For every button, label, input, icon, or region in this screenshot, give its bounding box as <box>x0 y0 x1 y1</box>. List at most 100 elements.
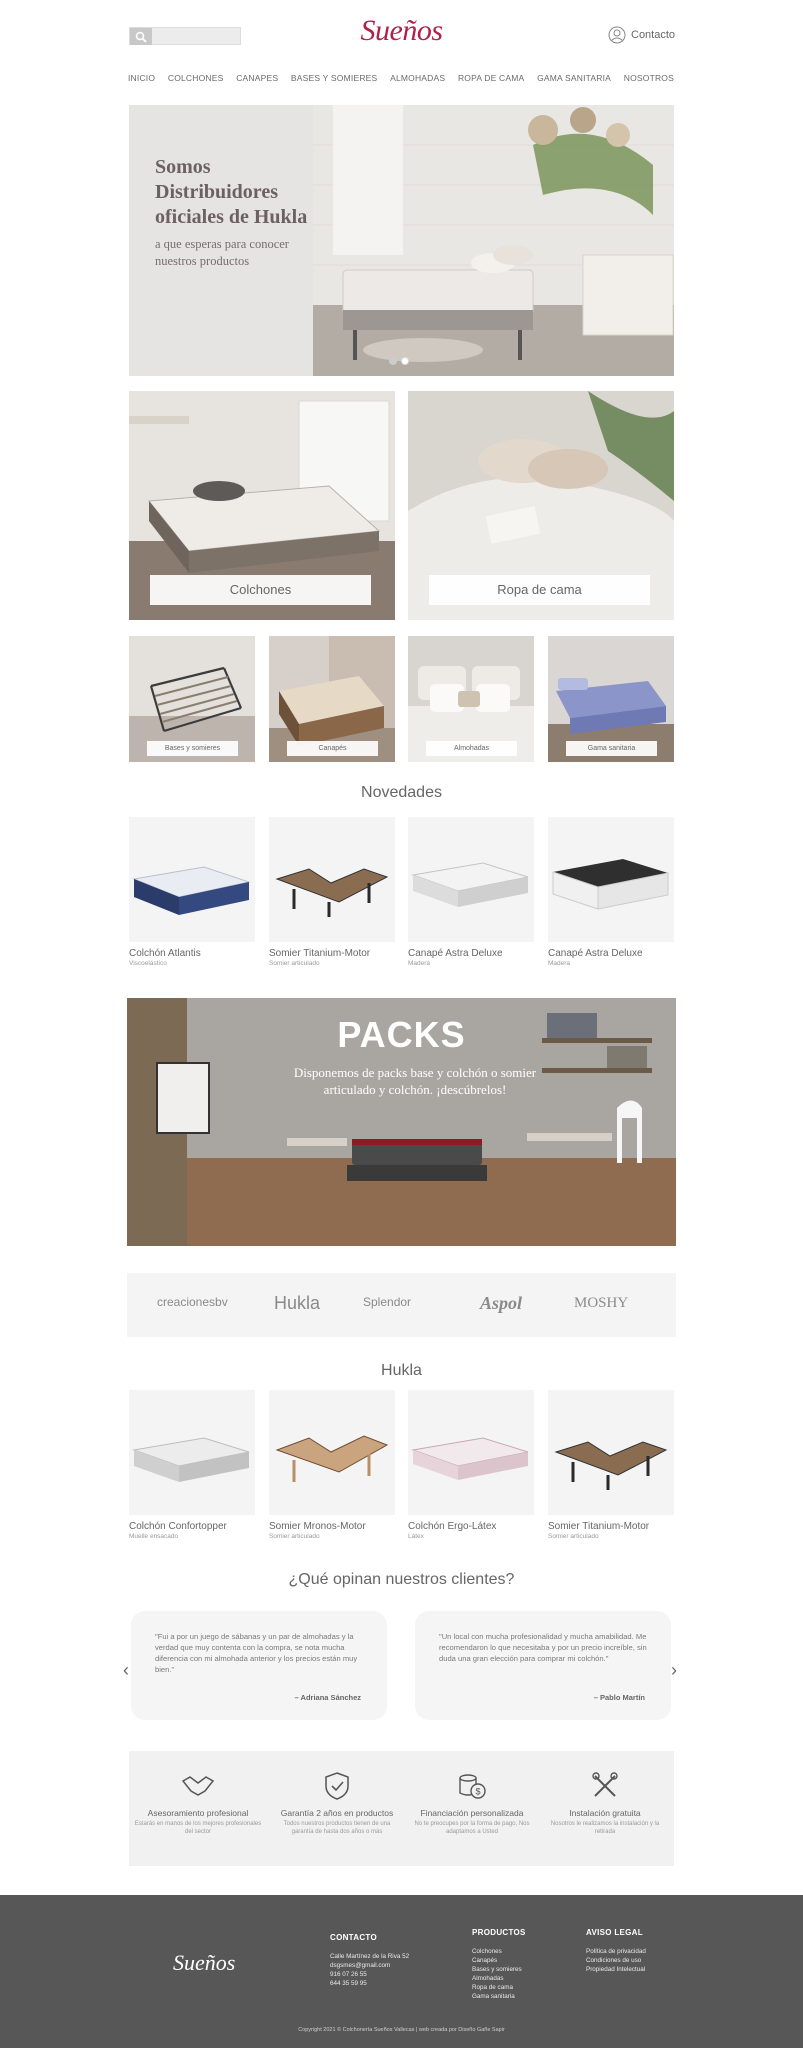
chevron-right-icon[interactable]: › <box>671 1660 677 1681</box>
slider-dots <box>389 357 409 365</box>
feature-title: Financiación personalizada <box>420 1808 524 1818</box>
product-name: Somier Titanium-Motor <box>548 1521 650 1532</box>
category-canapes[interactable]: Canapés <box>269 636 395 762</box>
feature-desc: Estarás en manos de los mejores profesio… <box>134 1821 262 1835</box>
feature-desc: Todos nuestros productos tienen de una g… <box>283 1821 391 1835</box>
product-card[interactable]: Canapé Astra Deluxe Madera <box>408 817 534 967</box>
review-author: – Pablo Martín <box>593 1693 645 1702</box>
slider-dot-1[interactable] <box>389 357 397 365</box>
product-card[interactable]: Canapé Astra Deluxe Madera <box>548 817 674 967</box>
brand-logo[interactable]: creacionesbv <box>157 1295 228 1309</box>
nav-inicio[interactable]: INICIO <box>128 73 155 83</box>
product-type: Muelle ensacado <box>129 1533 179 1540</box>
product-card[interactable]: Colchón Atlantis Viscoelástico <box>129 817 255 967</box>
review-author: – Adriana Sánchez <box>294 1693 361 1702</box>
nav-ropa-cama[interactable]: ROPA DE CAMA <box>458 73 524 83</box>
nav-gama-sanitaria[interactable]: GAMA SANITARIA <box>537 73 611 83</box>
feature-item: Instalación gratuita Nosotros le realiza… <box>540 1771 670 1836</box>
product-card[interactable]: Somier Mronos-Motor Somier articulado <box>269 1390 395 1540</box>
product-type: Somier articulado <box>548 1533 599 1540</box>
category-label: Bases y somieres <box>147 741 238 756</box>
category-label: Ropa de cama <box>429 575 650 605</box>
hero-title: Somos Distribuidores oficiales de Hukla <box>155 156 308 228</box>
hero-slider[interactable]: Somos Distribuidores oficiales de Hukla … <box>129 105 674 376</box>
product-card[interactable]: Colchón Confortopper Muelle ensacado <box>129 1390 255 1540</box>
money-icon: $ <box>407 1771 537 1803</box>
footer: Sueños CONTACTO Calle Martínez de la Riv… <box>0 1895 803 2048</box>
search-icon[interactable] <box>130 28 152 45</box>
footer-products: PRODUCTOS Colchones Canapés Bases y somi… <box>472 1928 526 2001</box>
nav-bases-somieres[interactable]: BASES Y SOMIERES <box>291 73 378 83</box>
slider-dot-2[interactable] <box>401 357 409 365</box>
contact-mobile[interactable]: 644 35 59 95 <box>330 1979 409 1988</box>
footer-link[interactable]: Ropa de cama <box>472 1983 526 1992</box>
brand-logo[interactable]: Hukla <box>274 1293 320 1314</box>
category-gama-sanitaria[interactable]: Gama sanitaria <box>548 636 674 762</box>
category-ropa-cama[interactable]: Ropa de cama <box>408 391 674 620</box>
footer-link[interactable]: Propiedad Intelectual <box>586 1965 646 1974</box>
product-name: Colchón Ergo-Látex <box>408 1521 497 1532</box>
feature-desc: No te preocupes por la forma de pago, No… <box>414 1821 530 1835</box>
product-name: Somier Titanium-Motor <box>269 948 371 959</box>
packs-text: Disponemos de packs base y colchón o som… <box>293 1065 537 1097</box>
page: Sueños Contacto INICIO COLCHONES CANAPES… <box>0 0 803 2048</box>
hero-subtitle: a que esperas para conocer nuestros prod… <box>155 237 289 268</box>
product-type: Madera <box>408 960 431 967</box>
footer-link[interactable]: Bases y somieres <box>472 1965 526 1974</box>
main-nav: INICIO COLCHONES CANAPES BASES Y SOMIERE… <box>128 73 674 83</box>
brands-bar: creacionesbv Hukla Splendor Aspol MOSHY <box>127 1273 676 1337</box>
category-bases-somieres[interactable]: Bases y somieres <box>129 636 255 762</box>
footer-legal: AVISO LEGAL Política de privacidad Condi… <box>586 1928 646 1974</box>
footer-contact: CONTACTO Calle Martínez de la Riva 52 ds… <box>330 1933 409 1988</box>
footer-contact-title: CONTACTO <box>330 1933 377 1942</box>
category-colchones[interactable]: Colchones <box>129 391 395 620</box>
footer-products-title: PRODUCTOS <box>472 1928 526 1937</box>
product-name: Colchón Atlantis <box>129 948 201 959</box>
brand-logo[interactable]: MOSHY <box>574 1295 628 1312</box>
product-image <box>408 817 534 942</box>
product-type: Somier articulado <box>269 1533 320 1540</box>
product-card[interactable]: Somier Titanium-Motor Somier articulado <box>269 817 395 967</box>
product-image <box>408 1390 534 1515</box>
category-label: Colchones <box>150 575 371 605</box>
features-panel: Asesoramiento profesional Estarás en man… <box>129 1751 674 1866</box>
nav-colchones[interactable]: COLCHONES <box>168 73 224 83</box>
footer-legal-title: AVISO LEGAL <box>586 1928 643 1937</box>
nav-nosotros[interactable]: NOSOTROS <box>624 73 674 83</box>
nav-canapes[interactable]: CANAPES <box>236 73 278 83</box>
product-image <box>269 817 395 942</box>
footer-logo[interactable]: Sueños <box>173 1950 235 1976</box>
contact-email[interactable]: dsgsmes@gmail.com <box>330 1961 409 1970</box>
footer-link[interactable]: Política de privacidad <box>586 1947 646 1956</box>
product-name: Somier Mronos-Motor <box>269 1521 366 1532</box>
nav-almohadas[interactable]: ALMOHADAS <box>390 73 445 83</box>
feature-desc: Nosotros le realizamos la instalación y … <box>550 1821 660 1835</box>
site-logo[interactable]: Sueños <box>340 14 463 48</box>
user-icon <box>608 26 626 44</box>
review-quote: "Un local con mucha profesionalidad y mu… <box>439 1632 647 1663</box>
brand-logo[interactable]: Splendor <box>363 1295 411 1309</box>
footer-link[interactable]: Canapés <box>472 1956 526 1965</box>
feature-item: Garantía 2 años en productos Todos nuest… <box>272 1771 402 1836</box>
chevron-left-icon[interactable]: ‹ <box>123 1660 129 1681</box>
packs-banner[interactable]: PACKS Disponemos de packs base y colchón… <box>127 998 676 1246</box>
handshake-icon <box>133 1771 263 1803</box>
tools-icon <box>540 1771 670 1803</box>
category-label: Gama sanitaria <box>566 741 657 756</box>
footer-link[interactable]: Gama sanitaria <box>472 1992 526 2001</box>
brand-logo[interactable]: Aspol <box>480 1293 522 1314</box>
product-card[interactable]: Colchón Ergo-Látex Látex <box>408 1390 534 1540</box>
category-almohadas[interactable]: Almohadas <box>408 636 534 762</box>
contact-link[interactable]: Contacto <box>608 26 675 44</box>
category-label: Canapés <box>287 741 378 756</box>
footer-link[interactable]: Almohadas <box>472 1974 526 1983</box>
product-card[interactable]: Somier Titanium-Motor Somier articulado <box>548 1390 674 1540</box>
feature-title: Asesoramiento profesional <box>147 1808 249 1818</box>
hero-bedroom-image <box>313 105 674 376</box>
search-box[interactable] <box>129 27 241 45</box>
contact-phone[interactable]: 916 07 26 55 <box>330 1970 409 1979</box>
footer-link[interactable]: Condiciones de uso <box>586 1956 646 1965</box>
footer-link[interactable]: Colchones <box>472 1947 526 1956</box>
hukla-title: Hukla <box>381 1362 422 1379</box>
product-image <box>548 1390 674 1515</box>
